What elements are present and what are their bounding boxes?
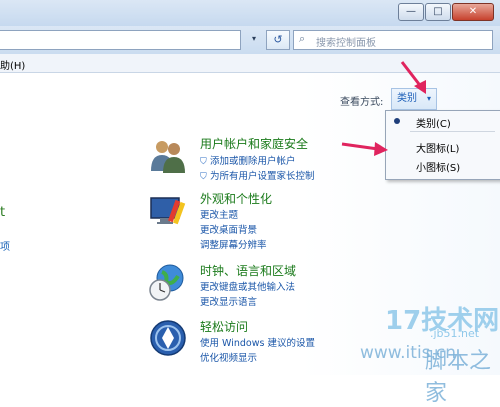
shield-icon: ⛉ [200,172,207,182]
link-change-display-language[interactable]: 更改显示语言 [200,294,257,308]
address-bar[interactable] [0,30,241,50]
link-change-desktop-background[interactable]: 更改桌面背景 [200,222,257,236]
close-button[interactable]: ✕ [452,3,494,21]
link-change-theme[interactable]: 更改主题 [200,207,238,221]
left-category-title-fragment[interactable]: t [0,205,5,220]
view-by-menu: 类别(C) 大图标(L) 小图标(S) [385,110,500,180]
link-add-remove-user[interactable]: ⛉ 添加或删除用户帐户 [200,153,296,167]
link-change-keyboard[interactable]: 更改键盘或其他输入法 [200,279,295,293]
search-icon: ⌕ [299,32,306,45]
category-title-clock-language-region[interactable]: 时钟、语言和区域 [200,262,296,279]
window-controls: — □ ✕ [398,3,494,21]
annotation-arrow-icon [400,61,426,94]
menu-help[interactable]: 助(H) [0,57,25,72]
category-title-ease-of-access[interactable]: 轻松访问 [200,318,248,335]
link-windows-recommended-settings[interactable]: 使用 Windows 建议的设置 [200,335,315,349]
left-category-link-fragment[interactable]: 项 [0,238,10,253]
search-input[interactable]: ⌕ 搜索控制面板 [293,30,493,50]
radio-bullet-icon [394,118,400,124]
refresh-button[interactable]: ↺ [266,30,290,50]
watermark-url: .jb51.net [430,327,480,340]
menu-option-small-icons[interactable]: 小图标(S) [416,159,460,174]
address-toolbar: ▾ ↺ ⌕ 搜索控制面板 [0,26,500,54]
maximize-button[interactable]: □ [425,3,451,21]
ease-of-access-icon [150,320,186,356]
minimize-button[interactable]: — [398,3,424,21]
link-adjust-resolution[interactable]: 调整屏幕分辨率 [200,237,267,251]
link-parental-controls[interactable]: ⛉ 为所有用户设置家长控制 [200,168,315,182]
link-optimize-video-display[interactable]: 优化视频显示 [200,350,257,364]
display-paint-icon [150,197,186,225]
search-placeholder: 搜索控制面板 [316,38,376,49]
menu-option-category[interactable]: 类别(C) [416,115,451,130]
menu-separator [410,131,495,132]
address-history-dropdown[interactable]: ▾ [246,30,262,48]
annotation-arrow-icon [341,142,388,156]
category-title-appearance[interactable]: 外观和个性化 [200,190,272,207]
menu-option-large-icons[interactable]: 大图标(L) [416,140,459,155]
title-bar: — □ ✕ [0,0,500,26]
shield-icon: ⛉ [200,157,207,167]
users-icon [151,141,185,173]
view-by-label: 查看方式: [340,97,384,108]
globe-clock-icon [149,264,184,301]
watermark-brand: 脚本之家 [425,349,492,406]
category-title-user-accounts[interactable]: 用户帐户和家庭安全 [200,135,308,152]
